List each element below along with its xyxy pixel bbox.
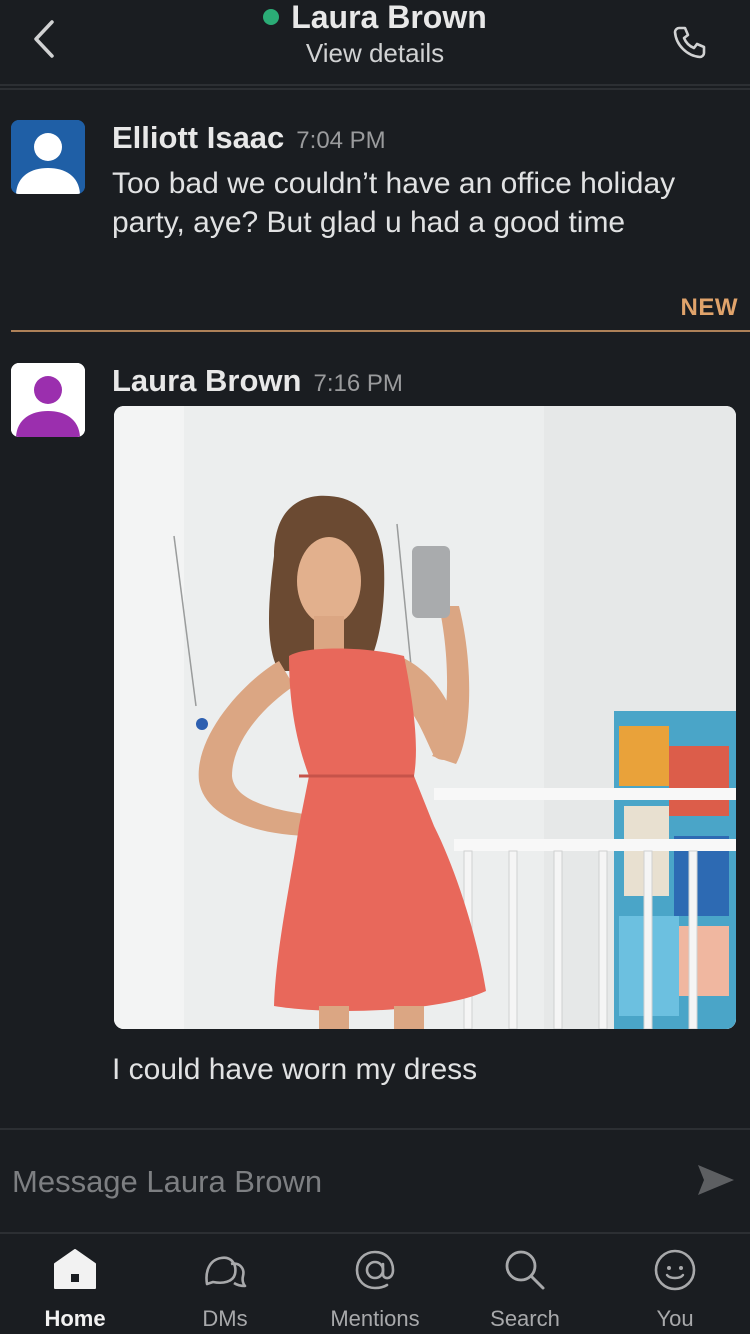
tab-dms[interactable]: DMs — [150, 1232, 300, 1334]
new-divider-line — [11, 330, 750, 332]
image-attachment[interactable] — [114, 406, 736, 1029]
tab-label: DMs — [202, 1306, 248, 1331]
tab-search[interactable]: Search — [450, 1232, 600, 1334]
message-text: I could have worn my dress — [112, 1053, 478, 1086]
message-timestamp: 7:16 PM — [313, 370, 403, 397]
sender-name[interactable]: Laura Brown — [112, 363, 301, 399]
view-details-link[interactable]: View details — [0, 38, 750, 69]
new-label: NEW — [680, 294, 738, 321]
tab-home[interactable]: Home — [0, 1232, 150, 1334]
send-button[interactable] — [696, 1162, 736, 1198]
call-button[interactable] — [670, 22, 710, 62]
tab-label: Search — [490, 1306, 560, 1331]
tab-label: Home — [44, 1306, 106, 1331]
tab-label: Mentions — [330, 1306, 420, 1331]
message-timestamp: 7:04 PM — [296, 127, 386, 154]
at-icon — [355, 1250, 395, 1290]
avatar[interactable] — [11, 120, 85, 194]
conversation-header: Laura Brown View details — [0, 0, 750, 86]
tab-label: You — [656, 1306, 694, 1331]
message-composer — [0, 1128, 750, 1234]
message-item[interactable]: Elliott Isaac 7:04 PM Too bad we couldn’… — [0, 120, 750, 260]
presence-indicator — [263, 9, 280, 25]
user-icon — [11, 120, 85, 194]
channel-title[interactable]: Laura Brown — [263, 0, 487, 34]
header-divider — [0, 88, 750, 90]
photo-illustration — [114, 406, 736, 1029]
avatar[interactable] — [11, 363, 85, 437]
page-title: Laura Brown — [291, 0, 487, 35]
search-icon — [505, 1250, 545, 1290]
new-messages-divider: NEW — [11, 290, 750, 332]
you-icon — [654, 1249, 696, 1291]
message-input[interactable] — [10, 1154, 674, 1210]
dms-icon — [205, 1256, 247, 1288]
message-text: Too bad we couldn’t have an office holid… — [112, 167, 676, 239]
tab-you[interactable]: You — [600, 1232, 750, 1334]
send-icon — [698, 1165, 734, 1195]
home-icon — [54, 1249, 96, 1289]
user-icon — [11, 363, 85, 437]
phone-icon — [673, 26, 706, 59]
tab-mentions[interactable]: Mentions — [300, 1232, 450, 1334]
sender-name[interactable]: Elliott Isaac — [112, 120, 284, 156]
tab-bar: Home DMs Mentions Search You — [0, 1232, 750, 1334]
